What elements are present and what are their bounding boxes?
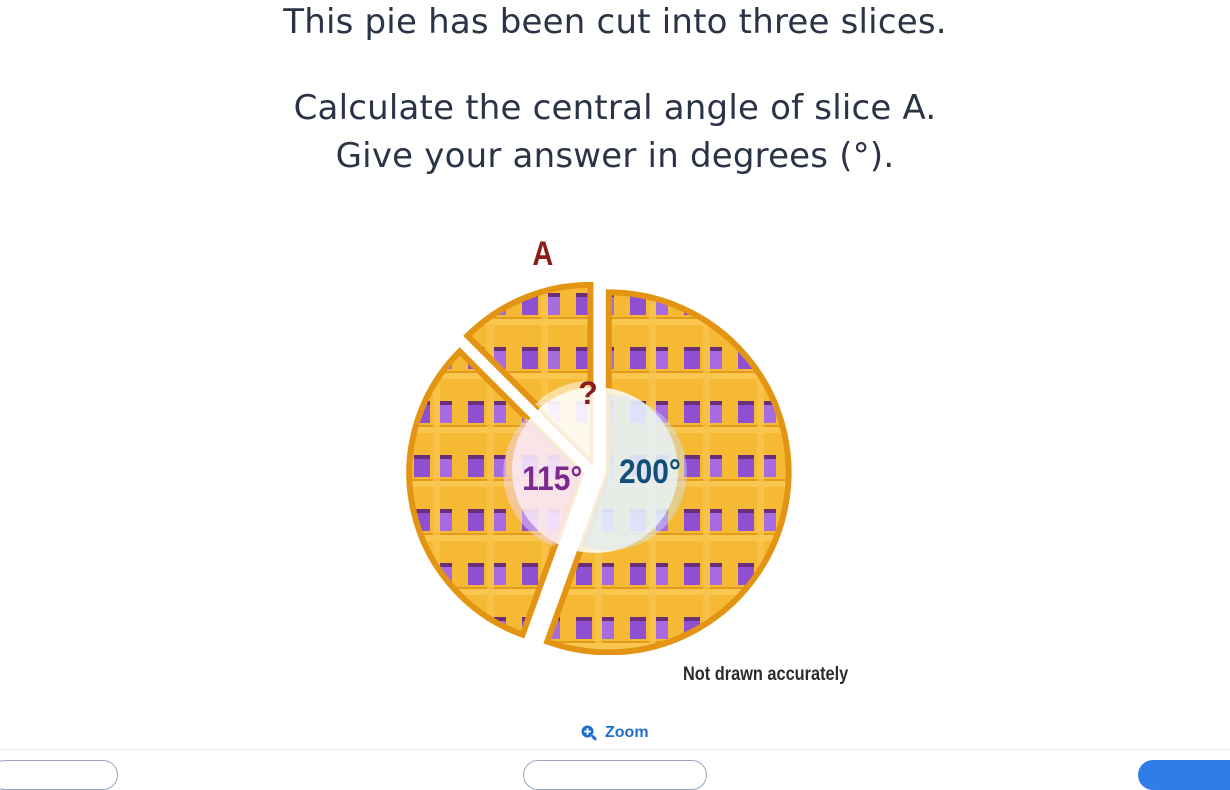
question-line-3: Give your answer in degrees (°).	[335, 136, 895, 176]
footer-left-button[interactable]	[0, 760, 118, 790]
pie-diagram: A ? 115° 200°	[406, 234, 792, 655]
question-line-2: Calculate the central angle of slice A.	[293, 88, 937, 128]
question-line-1: This pie has been cut into three slices.	[283, 2, 947, 42]
unknown-angle-label: ?	[578, 375, 598, 411]
angle-200-label: 200°	[619, 452, 681, 490]
footer-divider	[0, 749, 1230, 750]
zoom-in-icon	[581, 725, 597, 741]
zoom-label: Zoom	[605, 724, 649, 741]
footer-right-button[interactable]	[1138, 760, 1230, 790]
slice-a-label: A	[532, 234, 553, 273]
not-drawn-accurately-note: Not drawn accurately	[683, 664, 849, 685]
angle-115-label: 115°	[522, 459, 582, 497]
zoom-button[interactable]: Zoom	[580, 724, 649, 742]
footer-middle-button[interactable]	[523, 760, 707, 790]
